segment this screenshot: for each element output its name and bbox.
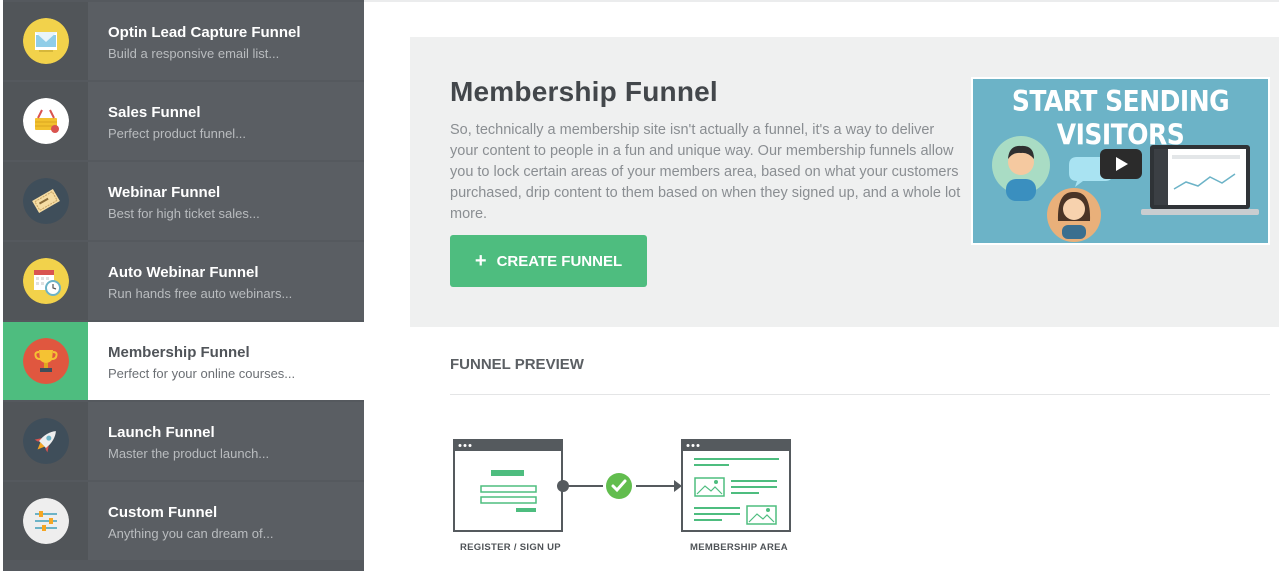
rocket-icon (23, 418, 69, 464)
sidebar-item-title: Launch Funnel (108, 424, 215, 441)
calendar-clock-icon (23, 258, 69, 304)
video-title: START SENDING VISITORS (1011, 84, 1230, 152)
sidebar-item-desc: Perfect for your online courses... (108, 366, 296, 381)
trophy-icon (23, 338, 69, 384)
create-funnel-button[interactable]: + CREATE FUNNEL (450, 235, 647, 287)
ticket-icon (23, 178, 69, 224)
step-label-membership: MEMBERSHIP AREA (690, 542, 788, 553)
sidebar-item-title: Custom Funnel (108, 504, 218, 521)
membership-area-icon (681, 439, 791, 532)
sliders-icon (23, 498, 69, 544)
sidebar-item-desc: Best for high ticket sales... (108, 206, 260, 221)
sidebar-item-title: Auto Webinar Funnel (108, 264, 259, 281)
sidebar-item-webinar-funnel[interactable]: Webinar Funnel Best for high ticket sale… (3, 162, 364, 240)
sidebar-item-title: Webinar Funnel (108, 184, 221, 201)
step-label-register: REGISTER / SIGN UP (460, 542, 561, 553)
page-title: Membership Funnel (450, 76, 718, 107)
funnel-preview-diagram: REGISTER / SIGN UP MEMBERSHIP AREA (450, 436, 795, 553)
sidebar-item-custom-funnel[interactable]: Custom Funnel Anything you can dream of.… (3, 482, 364, 560)
top-divider (364, 0, 1279, 2)
funnel-preview-heading: FUNNEL PREVIEW (450, 356, 584, 373)
funnel-description: So, technically a membership site isn't … (450, 122, 961, 222)
sidebar-item-desc: Run hands free auto webinars... (108, 286, 293, 301)
sidebar-item-optin-funnel[interactable]: Optin Lead Capture Funnel Build a respon… (3, 2, 364, 80)
sidebar-item-membership-funnel[interactable]: Membership Funnel Perfect for your onlin… (3, 322, 364, 400)
sidebar-item-title: Membership Funnel (108, 344, 250, 361)
intro-video[interactable]: START SENDING VISITORS (971, 77, 1270, 245)
register-page-icon (453, 439, 563, 532)
sidebar-item-desc: Master the product launch... (108, 446, 270, 461)
sidebar-item-title: Sales Funnel (108, 104, 201, 121)
create-funnel-label: CREATE FUNNEL (496, 252, 623, 270)
sidebar-item-launch-funnel[interactable]: Launch Funnel Master the product launch.… (3, 402, 364, 480)
sidebar-item-auto-webinar-funnel[interactable]: Auto Webinar Funnel Run hands free auto … (3, 242, 364, 320)
sidebar-item-sales-funnel[interactable]: Sales Funnel Perfect product funnel... (3, 82, 364, 160)
shopping-basket-icon (23, 98, 69, 144)
preview-divider (450, 394, 1270, 395)
email-envelope-icon (23, 18, 69, 64)
sidebar-item-desc: Anything you can dream of... (108, 526, 274, 541)
sidebar-item-desc: Build a responsive email list... (108, 46, 280, 61)
funnel-detail-panel: Membership Funnel So, technically a memb… (410, 37, 1279, 327)
sidebar-item-title: Optin Lead Capture Funnel (108, 24, 301, 41)
sidebar-item-desc: Perfect product funnel... (108, 126, 247, 141)
funnel-type-sidebar: Optin Lead Capture Funnel Build a respon… (3, 0, 364, 571)
funnel-flow-illustration (453, 439, 791, 532)
plus-icon: + (474, 250, 487, 272)
